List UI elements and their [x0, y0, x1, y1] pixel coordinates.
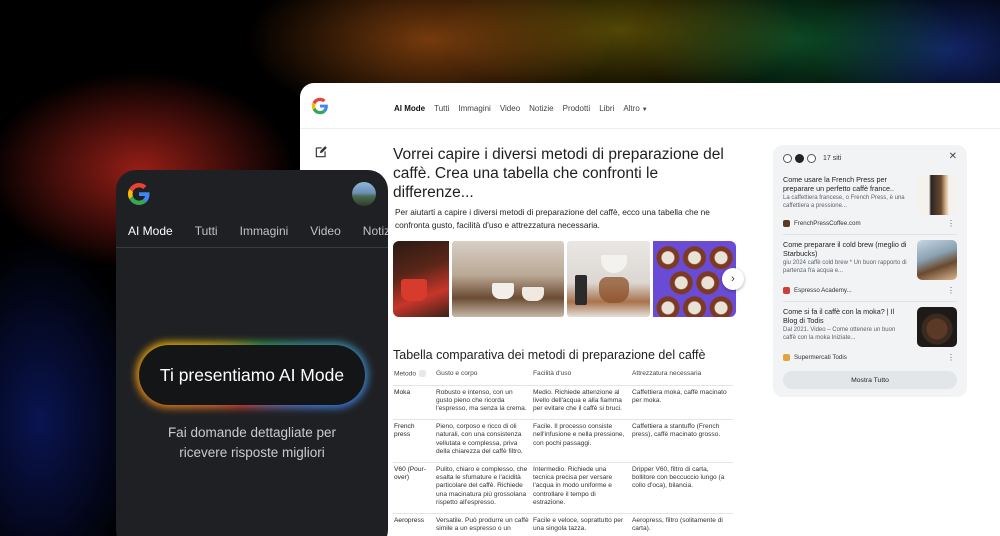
source-item[interactable]: Come usare la French Press per preparare…: [783, 175, 957, 235]
tab-altro-label: Altro: [623, 104, 640, 113]
answer-intro: Per aiutarti a capire i diversi metodi d…: [395, 207, 710, 230]
ease-cell: Facile. Il processo consiste nell'infusi…: [533, 422, 625, 447]
source-site-name: FrenchPressCoffee.com: [794, 220, 861, 227]
method-cell: Aeropress: [394, 516, 425, 524]
source-site-name: Espresso Academy...: [794, 287, 852, 294]
site-favicon-icon: [783, 354, 790, 361]
show-all-button[interactable]: Mostra Tutto: [783, 371, 957, 389]
source-site: Espresso Academy...: [783, 287, 852, 294]
table-row: V60 (Pour-over) Pulito, chiaro e comples…: [393, 463, 733, 514]
close-icon[interactable]: ✕: [949, 151, 957, 162]
tab-video[interactable]: Video: [500, 104, 520, 113]
header-ease: Facilità d'uso: [533, 370, 572, 377]
tab-notizie[interactable]: Notizie: [363, 224, 388, 238]
source-site: FrenchPressCoffee.com: [783, 220, 861, 227]
ai-mode-intro-button[interactable]: Ti presentiamo AI Mode: [139, 345, 365, 405]
table-row: Moka Robusto e intenso, con un gusto pie…: [393, 386, 733, 420]
sources-panel: 17 siti ✕ Come usare la French Press per…: [773, 145, 967, 397]
source-item[interactable]: Come preparare il cold brew (meglio di S…: [783, 240, 957, 302]
equipment-cell: Dripper V60, filtro di carta, bollitore …: [632, 465, 725, 490]
equipment-cell: Caffettiera a stantuffo (French press), …: [632, 422, 721, 439]
source-title[interactable]: Come si fa il caffè con la moka? | Il Bl…: [783, 307, 907, 325]
user-question: Vorrei capire i diversi metodi di prepar…: [393, 146, 724, 201]
more-options-icon[interactable]: ⋮: [947, 219, 955, 228]
ease-cell: Intermedio. Richiede una tecnica precisa…: [533, 465, 613, 507]
source-site-name: Supermercati Todis: [794, 354, 847, 361]
method-cell: Moka: [394, 388, 411, 396]
source-snippet: giu 2024 caffè cold brew * Un buon rappo…: [783, 260, 907, 274]
tab-video[interactable]: Video: [310, 224, 340, 238]
source-site: Supermercati Todis: [783, 354, 847, 361]
equipment-cell: Aeropress, filtro (solitamente di carta)…: [632, 516, 723, 532]
tab-immagini[interactable]: Immagini: [458, 104, 490, 113]
phone-screen: AI Mode Tutti Immagini Video Notizie Ti …: [116, 170, 388, 536]
ease-cell: Medio. Richiede attenzione al livello de…: [533, 388, 622, 413]
tab-tutti[interactable]: Tutti: [434, 104, 449, 113]
source-item[interactable]: Come si fa il caffè con la moka? | Il Bl…: [783, 307, 957, 367]
caret-down-icon: ▼: [641, 107, 648, 113]
nav-tabs: AI Mode Tutti Immagini Video Notizie Pro…: [394, 104, 648, 113]
tab-libri[interactable]: Libri: [599, 104, 614, 113]
divider: [116, 247, 388, 248]
tab-immagini[interactable]: Immagini: [240, 224, 289, 238]
ease-cell: Facile e veloce, soprattutto per una sin…: [533, 516, 624, 532]
comparison-table: Metodo Gusto e corpo Facilità d'uso Attr…: [393, 366, 733, 536]
taste-cell: Versatile. Può produrre un caffè simile …: [436, 516, 529, 532]
tab-altro[interactable]: Altro ▼: [623, 104, 647, 113]
equipment-cell: Caffettiera moka, caffè macinato per mok…: [632, 388, 727, 405]
header-equipment: Attrezzatura necessaria: [632, 370, 702, 377]
site-favicon-icon: [783, 220, 790, 227]
photo-pour[interactable]: [452, 241, 564, 317]
method-cell: V60 (Pour-over): [394, 465, 426, 481]
header-method: Metodo: [394, 370, 416, 378]
sort-icon[interactable]: [419, 370, 426, 377]
site-favicon-icon: [795, 154, 804, 163]
photo-moka[interactable]: [393, 241, 449, 317]
tab-notizie[interactable]: Notizie: [529, 104, 553, 113]
phone-tabs: AI Mode Tutti Immagini Video Notizie: [128, 224, 388, 238]
sources-count: 17 siti: [823, 155, 842, 162]
header-taste: Gusto e corpo: [436, 370, 478, 377]
photo-pour-over[interactable]: [567, 241, 650, 317]
tab-ai-mode[interactable]: AI Mode: [394, 104, 425, 113]
avatar[interactable]: [352, 182, 376, 206]
tab-ai-mode[interactable]: AI Mode: [128, 224, 173, 238]
taste-cell: Robusto e intenso, con un gusto pieno ch…: [436, 388, 527, 413]
chevron-right-icon[interactable]: ›: [722, 268, 744, 290]
sources-header: 17 siti: [783, 154, 841, 163]
google-logo-icon[interactable]: [127, 182, 151, 206]
source-snippet: Dal 2021. Video – Come ottenere un buon …: [783, 327, 896, 341]
desktop-window: AI Mode Tutti Immagini Video Notizie Pro…: [300, 83, 1000, 536]
table-row: Aeropress Versatile. Può produrre un caf…: [393, 514, 733, 536]
tab-tutti[interactable]: Tutti: [195, 224, 218, 238]
top-bar: AI Mode Tutti Immagini Video Notizie Pro…: [300, 83, 1000, 129]
tab-prodotti[interactable]: Prodotti: [563, 104, 591, 113]
source-title[interactable]: Come usare la French Press per preparare…: [783, 175, 907, 193]
source-thumbnail[interactable]: [917, 240, 957, 280]
source-snippet: La caffettiera francese, o French Press,…: [783, 195, 905, 209]
more-options-icon[interactable]: ⋮: [947, 353, 955, 362]
source-thumbnail[interactable]: [917, 175, 957, 215]
table-row: French press Pieno, corposo e ricco di o…: [393, 420, 733, 463]
source-thumbnail[interactable]: [917, 307, 957, 347]
site-favicon-icon: [783, 154, 792, 163]
edit-icon[interactable]: [314, 145, 328, 159]
table-header-cell[interactable]: Metodo: [393, 366, 435, 385]
source-title[interactable]: Come preparare il cold brew (meglio di S…: [783, 240, 907, 258]
method-cell: French press: [394, 422, 415, 439]
google-logo-icon[interactable]: [311, 97, 329, 115]
taste-cell: Pulito, chiaro e complesso, che esalta l…: [436, 465, 528, 507]
intro-subtitle: Fai domande dettagliate per ricevere ris…: [167, 425, 337, 460]
more-options-icon[interactable]: ⋮: [947, 286, 955, 295]
photo-strip: [393, 241, 736, 317]
site-favicon-icon: [807, 154, 816, 163]
site-favicon-icon: [783, 287, 790, 294]
table-title: Tabella comparativa dei metodi di prepar…: [393, 348, 706, 362]
table-header-row: Metodo Gusto e corpo Facilità d'uso Attr…: [393, 366, 733, 386]
taste-cell: Pieno, corposo e ricco di oli naturali, …: [436, 422, 523, 456]
